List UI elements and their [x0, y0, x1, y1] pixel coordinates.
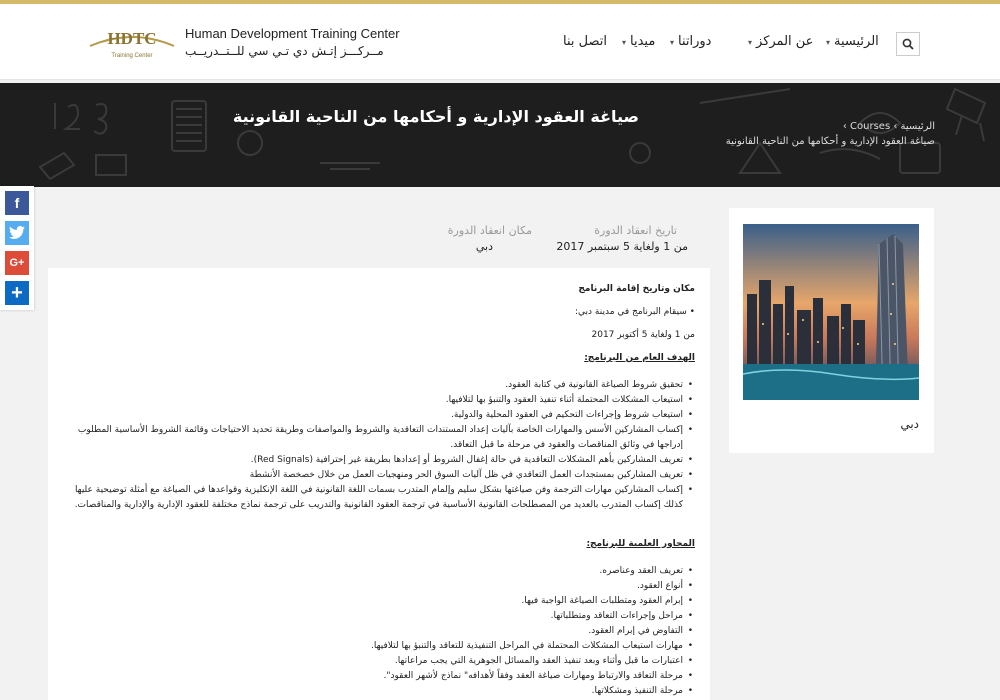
list-item: استيعاب المشكلات المحتملة أثناء تنفيذ ال…: [65, 393, 693, 408]
list-item: اعتبارات ما قبل وأثناء وبعد تنفيذ العقد …: [65, 654, 693, 669]
facebook-share-button[interactable]: f: [5, 191, 29, 215]
nav-item-home[interactable]: الرئيسية▾: [826, 34, 879, 54]
breadcrumb-home[interactable]: الرئيسية: [901, 121, 935, 132]
nav-item-contact[interactable]: اتصل بنا: [563, 34, 607, 54]
nav-item-media[interactable]: ميديا▾: [622, 34, 655, 54]
search-icon: [902, 38, 914, 50]
social-share-bar: f t G+ +: [0, 186, 34, 310]
caret-down-icon: ▾: [748, 38, 753, 47]
course-description: مكان وتاريخ إقامة البرنامج • سيقام البرن…: [65, 282, 695, 700]
goals-list: تحقيق شروط الصياغة القانونية في كتابة ال…: [65, 378, 695, 513]
list-item: مراحل وإجراءات التعاقد ومتطلباتها.: [65, 609, 693, 624]
location-caption: دبي: [900, 417, 919, 431]
breadcrumb: الرئيسية › Courses ›: [843, 121, 935, 132]
twitter-icon: [9, 226, 25, 239]
hero-background-illustration: [0, 83, 1000, 187]
nav-label: اتصل بنا: [563, 34, 607, 49]
list-item: استيعاب شروط وإجراءات التحكيم في العقود …: [65, 408, 693, 423]
breadcrumb-courses[interactable]: Courses: [850, 121, 890, 132]
caret-down-icon: ▾: [622, 38, 627, 47]
goals-heading: الهدف العام من البرنامج:: [584, 353, 695, 363]
venue-date: من 1 ولغاية 5 أكتوبر 2017: [591, 330, 696, 340]
list-item: إبرام العقود ومتطلبات الصياغة الواجبة في…: [65, 594, 693, 609]
site-header: HDTC Training Center Human Development T…: [0, 4, 1000, 80]
search-button[interactable]: [896, 32, 920, 56]
course-location-card[interactable]: دبي: [729, 208, 934, 453]
caret-down-icon: ▾: [826, 38, 831, 47]
list-item: إكساب المشاركين الأسس والمهارات الخاصة ب…: [65, 423, 693, 453]
hdtc-logo-icon: HDTC Training Center: [89, 29, 175, 59]
page-title: صياغة العقود الإدارية و أحكامها من الناح…: [232, 107, 639, 126]
more-share-button[interactable]: +: [5, 281, 29, 305]
list-item: مرحلة التعاقد والارتباط ومهارات صياغة ال…: [65, 669, 693, 684]
course-date-value: من 1 ولغاية 5 سبتمبر 2017: [556, 240, 688, 253]
dubai-city-photo: [743, 224, 919, 400]
venue-line: • سيقام البرنامج في مدينة دبي:: [575, 307, 695, 317]
svg-text:Training Center: Training Center: [111, 53, 152, 59]
list-item: مهارات استيعاب المشكلات المحتملة في المر…: [65, 639, 693, 654]
course-date-label: تاريخ انعقاد الدورة: [594, 224, 677, 237]
svg-text:HDTC: HDTC: [107, 29, 156, 48]
course-place-value: دبي: [475, 240, 493, 253]
nav-item-about[interactable]: عن المركز▾: [748, 34, 813, 54]
course-place-label: مكان انعقاد الدورة: [447, 224, 532, 237]
page-hero: صياغة العقود الإدارية و أحكامها من الناح…: [0, 83, 1000, 187]
nav-label: ميديا: [630, 34, 656, 49]
breadcrumb-separator: ›: [842, 121, 847, 132]
nav-item-courses[interactable]: دوراتنا▾: [670, 34, 711, 54]
list-item: تعريف المشاركين بأهم المشكلات التعاقدية …: [65, 453, 693, 468]
nav-label: الرئيسية: [834, 34, 879, 49]
axes-heading: المحاور العلمية للبرنامج:: [586, 539, 695, 549]
breadcrumb-current: صياغة العقود الإدارية و أحكامها من الناح…: [725, 136, 935, 147]
breadcrumb-separator: ›: [893, 121, 898, 132]
nav-label: دوراتنا: [678, 34, 712, 49]
twitter-share-button[interactable]: t: [5, 221, 29, 245]
course-description-panel: مكان وتاريخ إقامة البرنامج • سيقام البرن…: [48, 268, 710, 700]
nav-label: عن المركز: [756, 34, 814, 49]
axes-list: تعريف العقد وعناصره. أنواع العقود. إبرام…: [65, 564, 695, 699]
google-plus-share-button[interactable]: G+: [5, 251, 29, 275]
plus-icon: +: [11, 281, 23, 304]
list-item: مرحلة التنفيذ ومشكلاتها.: [65, 684, 693, 699]
list-item: إكساب المشاركين مهارات الترجمة وفن صياغت…: [65, 483, 693, 513]
caret-down-icon: ▾: [670, 38, 675, 47]
logo-name-english: Human Development Training Center: [185, 26, 400, 41]
venue-heading: مكان وتاريخ إقامة البرنامج: [578, 284, 695, 294]
list-item: تعريف العقد وعناصره.: [65, 564, 693, 579]
site-logo[interactable]: HDTC Training Center Human Development T…: [86, 24, 400, 64]
facebook-icon: f: [14, 195, 20, 211]
list-item: أنواع العقود.: [65, 579, 693, 594]
list-item: تحقيق شروط الصياغة القانونية في كتابة ال…: [65, 378, 693, 393]
list-item: التفاوض في إبرام العقود.: [65, 624, 693, 639]
list-item: تعريف المشاركين بمستجدات العمل التعاقدي …: [65, 468, 693, 483]
logo-name-arabic: مــركـــز إتـش دي تـي سي للــتــدريــب: [185, 44, 384, 58]
google-plus-icon: G+: [9, 257, 25, 269]
